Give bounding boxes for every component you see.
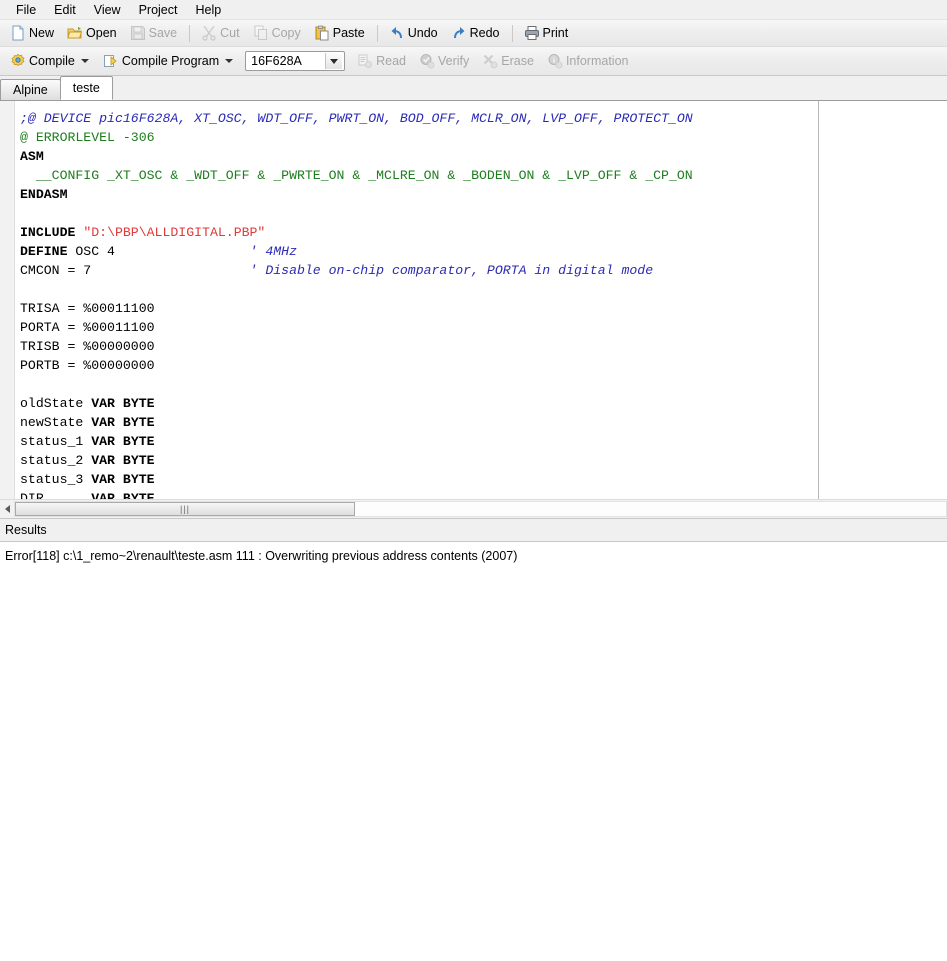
- tab-teste[interactable]: teste: [59, 76, 113, 100]
- menu-item-edit[interactable]: Edit: [46, 1, 84, 19]
- chevron-down-icon-3: [330, 58, 339, 64]
- triangle-left-icon: [4, 504, 10, 513]
- save-button-label: Save: [148, 25, 178, 40]
- scrollbar-thumb[interactable]: |||: [15, 501, 355, 516]
- information-icon: [548, 54, 563, 69]
- print-button[interactable]: Print: [518, 22, 575, 44]
- redo-button[interactable]: Redo: [445, 22, 506, 44]
- cut-button-label: Cut: [220, 25, 240, 40]
- copy-button-label: Copy: [271, 25, 301, 40]
- printer-icon: [524, 26, 539, 40]
- menu-item-help[interactable]: Help: [187, 1, 229, 19]
- scissors-icon: [202, 25, 216, 41]
- compile-button-label: Compile: [29, 53, 75, 68]
- new-file-icon: [12, 25, 24, 41]
- clipboard-paste-icon: [315, 25, 329, 41]
- menu-bar: File Edit View Project Help: [0, 0, 947, 20]
- compile-program-button-label: Compile Program: [121, 53, 220, 68]
- verify-button[interactable]: Verify: [413, 50, 475, 72]
- results-title: Results: [5, 522, 47, 537]
- new-button[interactable]: New: [4, 22, 60, 44]
- undo-button-label: Undo: [407, 25, 438, 40]
- erase-button-label: Erase: [501, 53, 534, 68]
- device-select-value: 16F628A: [251, 54, 302, 68]
- toolbar-separator-1: [189, 24, 191, 42]
- paste-button-label: Paste: [332, 25, 365, 40]
- information-button-label: Information: [565, 53, 629, 68]
- menu-item-file[interactable]: File: [8, 1, 44, 19]
- chevron-down-icon-2: [225, 59, 234, 63]
- copy-button[interactable]: Copy: [247, 22, 307, 44]
- compile-program-button[interactable]: Compile Program: [97, 50, 240, 72]
- redo-arrow-icon: [453, 27, 465, 39]
- device-select[interactable]: 16F628A: [245, 51, 346, 71]
- redo-button-label: Redo: [469, 25, 500, 40]
- cut-button[interactable]: Cut: [195, 22, 245, 44]
- save-disk-icon: [130, 26, 145, 40]
- scrollbar-grip-icon: |||: [179, 503, 190, 514]
- menu-item-project[interactable]: Project: [131, 1, 186, 19]
- read-chip-icon: [358, 54, 373, 68]
- verify-check-icon: [420, 54, 435, 69]
- compile-program-icon: [103, 55, 117, 67]
- compile-toolbar: Compile Compile Program 16F628A Read Ver…: [0, 47, 947, 76]
- open-folder-icon: [67, 27, 83, 39]
- compile-button[interactable]: Compile: [4, 50, 96, 72]
- undo-button[interactable]: Undo: [383, 22, 444, 44]
- print-button-label: Print: [542, 25, 569, 40]
- main-toolbar: New Open Save Cut Copy Paste Undo Redo P…: [0, 20, 947, 47]
- menu-item-view[interactable]: View: [86, 1, 129, 19]
- read-button-label: Read: [376, 53, 407, 68]
- toolbar-separator-2: [376, 24, 378, 42]
- open-button[interactable]: Open: [61, 22, 123, 44]
- paste-button[interactable]: Paste: [308, 22, 371, 44]
- scroll-left-button[interactable]: [0, 501, 14, 517]
- chevron-down-icon: [80, 59, 89, 63]
- verify-button-label: Verify: [438, 53, 470, 68]
- results-line-0: Error[118] c:\1_remo~2\renault\teste.asm…: [5, 548, 518, 563]
- editor-tab-strip: Alpine teste: [0, 76, 947, 101]
- read-button[interactable]: Read: [351, 50, 412, 72]
- copy-icon: [254, 25, 267, 40]
- compile-gear-icon: [11, 53, 25, 67]
- erase-x-icon: [484, 54, 498, 69]
- device-select-arrow-box[interactable]: [325, 53, 343, 69]
- toolbar-separator-3: [511, 24, 513, 42]
- code-editor[interactable]: ;@ DEVICE pic16F628A, XT_OSC, WDT_OFF, P…: [0, 101, 947, 499]
- undo-arrow-icon: [391, 27, 402, 39]
- open-button-label: Open: [86, 25, 117, 40]
- results-panel-header: Results: [0, 517, 947, 542]
- editor-code-content[interactable]: ;@ DEVICE pic16F628A, XT_OSC, WDT_OFF, P…: [0, 101, 947, 499]
- new-button-label: New: [29, 25, 55, 40]
- save-button[interactable]: Save: [124, 22, 184, 44]
- application-window: File Edit View Project Help New Open Sav…: [0, 0, 947, 961]
- editor-horizontal-scrollbar[interactable]: |||: [0, 498, 947, 518]
- results-panel-body[interactable]: Error[118] c:\1_remo~2\renault\teste.asm…: [0, 541, 947, 961]
- scrollbar-track[interactable]: |||: [14, 500, 947, 517]
- tab-alpine[interactable]: Alpine: [0, 79, 61, 100]
- information-button[interactable]: Information: [541, 50, 635, 72]
- erase-button[interactable]: Erase: [476, 50, 540, 72]
